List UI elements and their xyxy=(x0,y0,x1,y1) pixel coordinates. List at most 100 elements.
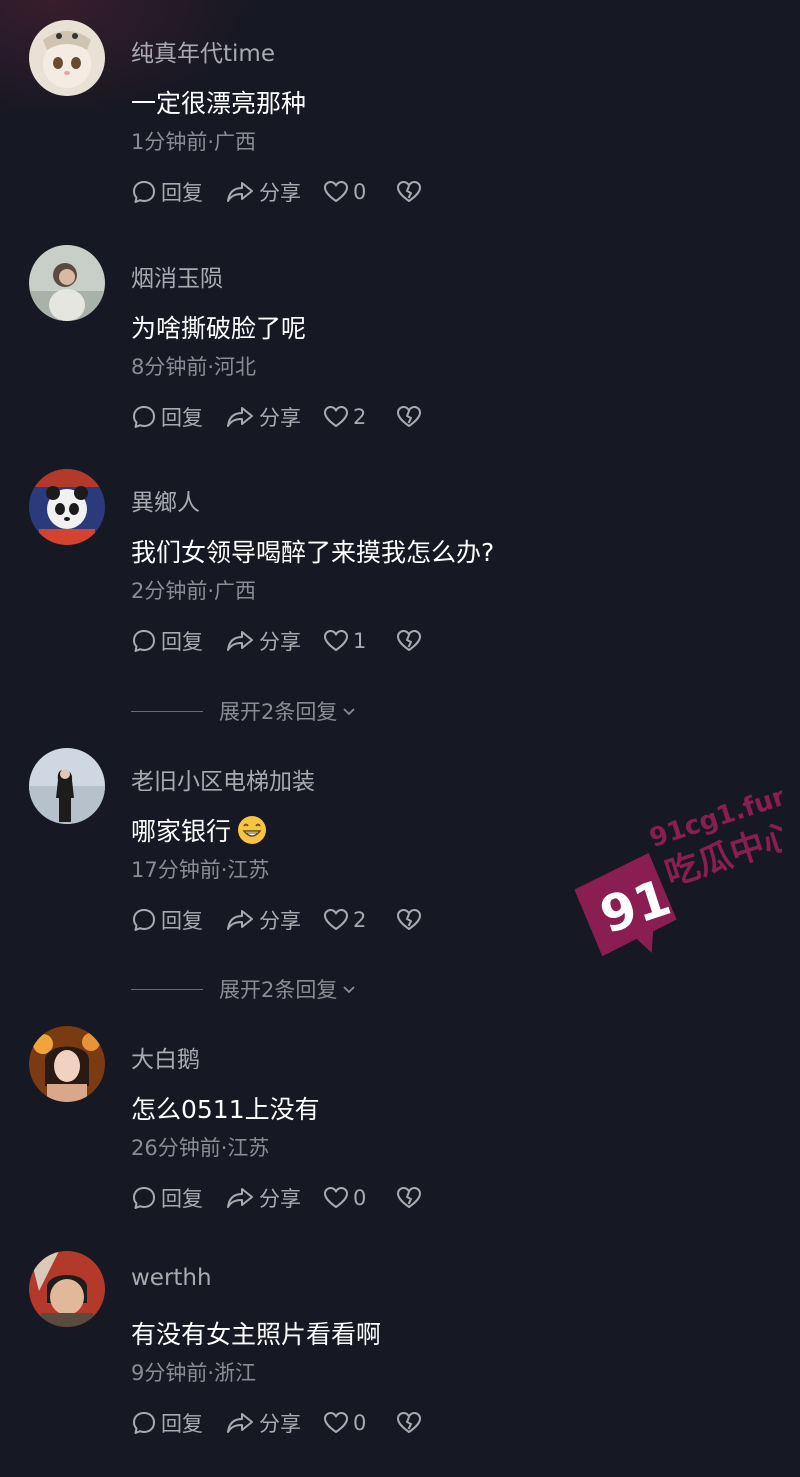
reply-label: 回复 xyxy=(161,181,203,205)
comment-actions: 回复 分享 0 xyxy=(131,1178,444,1218)
dislike-button[interactable] xyxy=(396,1186,422,1210)
comment-actions: 回复 分享 2 xyxy=(131,900,444,940)
comment-actions: 回复 分享 0 xyxy=(131,1403,444,1443)
expand-replies-button[interactable]: 展开2条回复 xyxy=(131,974,357,1004)
share-arrow-icon xyxy=(227,1188,253,1208)
heart-icon xyxy=(324,630,348,651)
avatar-cat-image xyxy=(29,20,105,96)
like-count: 1 xyxy=(353,629,367,653)
share-label: 分享 xyxy=(259,406,301,430)
share-arrow-icon xyxy=(227,1413,253,1433)
avatar[interactable] xyxy=(29,748,105,824)
share-button[interactable]: 分享 xyxy=(225,626,301,656)
broken-heart-icon xyxy=(397,1187,422,1208)
share-button[interactable]: 分享 xyxy=(225,1408,301,1438)
share-button[interactable]: 分享 xyxy=(225,1183,301,1213)
comment-meta: 17分钟前·江苏 xyxy=(131,858,270,882)
expand-replies-button[interactable]: 展开2条回复 xyxy=(131,696,357,726)
share-label: 分享 xyxy=(259,909,301,933)
dislike-button[interactable] xyxy=(396,180,422,204)
broken-heart-icon xyxy=(397,1412,422,1433)
like-button[interactable]: 2 xyxy=(323,908,366,932)
comment-text: 有没有女主照片看看啊 xyxy=(131,1320,382,1349)
comment-meta: 1分钟前·广西 xyxy=(131,130,257,154)
heart-icon xyxy=(324,181,348,202)
broken-heart-icon xyxy=(397,909,422,930)
broken-heart-icon xyxy=(397,181,422,202)
avatar-panda-image xyxy=(29,469,105,545)
like-button[interactable]: 0 xyxy=(323,1411,366,1435)
watermark-logo: 91 91cg1.fun 吃瓜中心 xyxy=(574,780,782,957)
avatar[interactable] xyxy=(29,1251,105,1327)
share-button[interactable]: 分享 xyxy=(225,177,301,207)
like-count: 0 xyxy=(353,1186,367,1210)
expand-replies-label: 展开2条回复 xyxy=(219,700,338,724)
reply-button[interactable]: 回复 xyxy=(131,626,203,656)
dislike-button[interactable] xyxy=(396,908,422,932)
avatar-photo-image xyxy=(29,1251,105,1327)
share-arrow-icon xyxy=(227,910,253,930)
chevron-down-icon xyxy=(343,708,356,716)
comment-actions: 回复 分享 1 xyxy=(131,621,444,661)
share-arrow-icon xyxy=(227,631,253,651)
share-label: 分享 xyxy=(259,630,301,654)
comment-bubble-icon xyxy=(133,909,155,931)
expand-replies-label: 展开2条回复 xyxy=(219,978,338,1002)
avatar-photo-image xyxy=(29,748,105,824)
comment-actions: 回复 分享 2 xyxy=(131,397,444,437)
username[interactable]: 纯真年代time xyxy=(131,34,275,68)
heart-icon xyxy=(324,909,348,930)
dislike-button[interactable] xyxy=(396,1411,422,1435)
comment-text: 怎么0511上没有 xyxy=(131,1095,320,1124)
dislike-button[interactable] xyxy=(396,629,422,653)
share-button[interactable]: 分享 xyxy=(225,905,301,935)
comment-bubble-icon xyxy=(133,1412,155,1434)
comment-text: 我们女领导喝醉了来摸我怎么办? xyxy=(131,538,495,567)
avatar[interactable] xyxy=(29,1026,105,1102)
username[interactable]: 異鄉人 xyxy=(131,483,200,517)
username[interactable]: 老旧小区电梯加装 xyxy=(131,762,315,796)
comment-text: 哪家银行 xyxy=(131,812,267,848)
reply-label: 回复 xyxy=(161,1187,203,1211)
share-arrow-icon xyxy=(227,182,253,202)
like-count: 2 xyxy=(353,908,367,932)
avatar[interactable] xyxy=(29,469,105,545)
comment-meta: 2分钟前·广西 xyxy=(131,579,257,603)
like-button[interactable]: 2 xyxy=(323,405,366,429)
comment-actions: 回复 分享 0 xyxy=(131,172,444,212)
divider-line xyxy=(131,988,203,990)
reply-button[interactable]: 回复 xyxy=(131,177,203,207)
chevron-down-icon xyxy=(343,986,356,994)
like-button[interactable]: 0 xyxy=(323,180,366,204)
share-label: 分享 xyxy=(259,1187,301,1211)
like-count: 2 xyxy=(353,405,367,429)
comment-text: 一定很漂亮那种 xyxy=(131,89,307,118)
reply-label: 回复 xyxy=(161,630,203,654)
heart-icon xyxy=(324,406,348,427)
comment-bubble-icon xyxy=(133,406,155,428)
grin-emoji-icon xyxy=(238,816,267,844)
heart-icon xyxy=(324,1187,348,1208)
comment-meta: 9分钟前·浙江 xyxy=(131,1361,257,1385)
username[interactable]: 大白鹅 xyxy=(131,1040,200,1074)
username[interactable]: werthh xyxy=(131,1265,212,1291)
comment-bubble-icon xyxy=(133,630,155,652)
comment-meta: 26分钟前·江苏 xyxy=(131,1136,270,1160)
heart-icon xyxy=(324,1412,348,1433)
share-arrow-icon xyxy=(227,407,253,427)
share-button[interactable]: 分享 xyxy=(225,402,301,432)
reply-button[interactable]: 回复 xyxy=(131,402,203,432)
avatar[interactable] xyxy=(29,245,105,321)
like-button[interactable]: 1 xyxy=(323,629,366,653)
broken-heart-icon xyxy=(397,406,422,427)
like-button[interactable]: 0 xyxy=(323,1186,366,1210)
reply-button[interactable]: 回复 xyxy=(131,1408,203,1438)
dislike-button[interactable] xyxy=(396,405,422,429)
avatar[interactable] xyxy=(29,20,105,96)
share-label: 分享 xyxy=(259,181,301,205)
broken-heart-icon xyxy=(397,630,422,651)
avatar-photo-image xyxy=(29,1026,105,1102)
reply-button[interactable]: 回复 xyxy=(131,905,203,935)
username[interactable]: 烟消玉陨 xyxy=(131,259,223,293)
reply-button[interactable]: 回复 xyxy=(131,1183,203,1213)
